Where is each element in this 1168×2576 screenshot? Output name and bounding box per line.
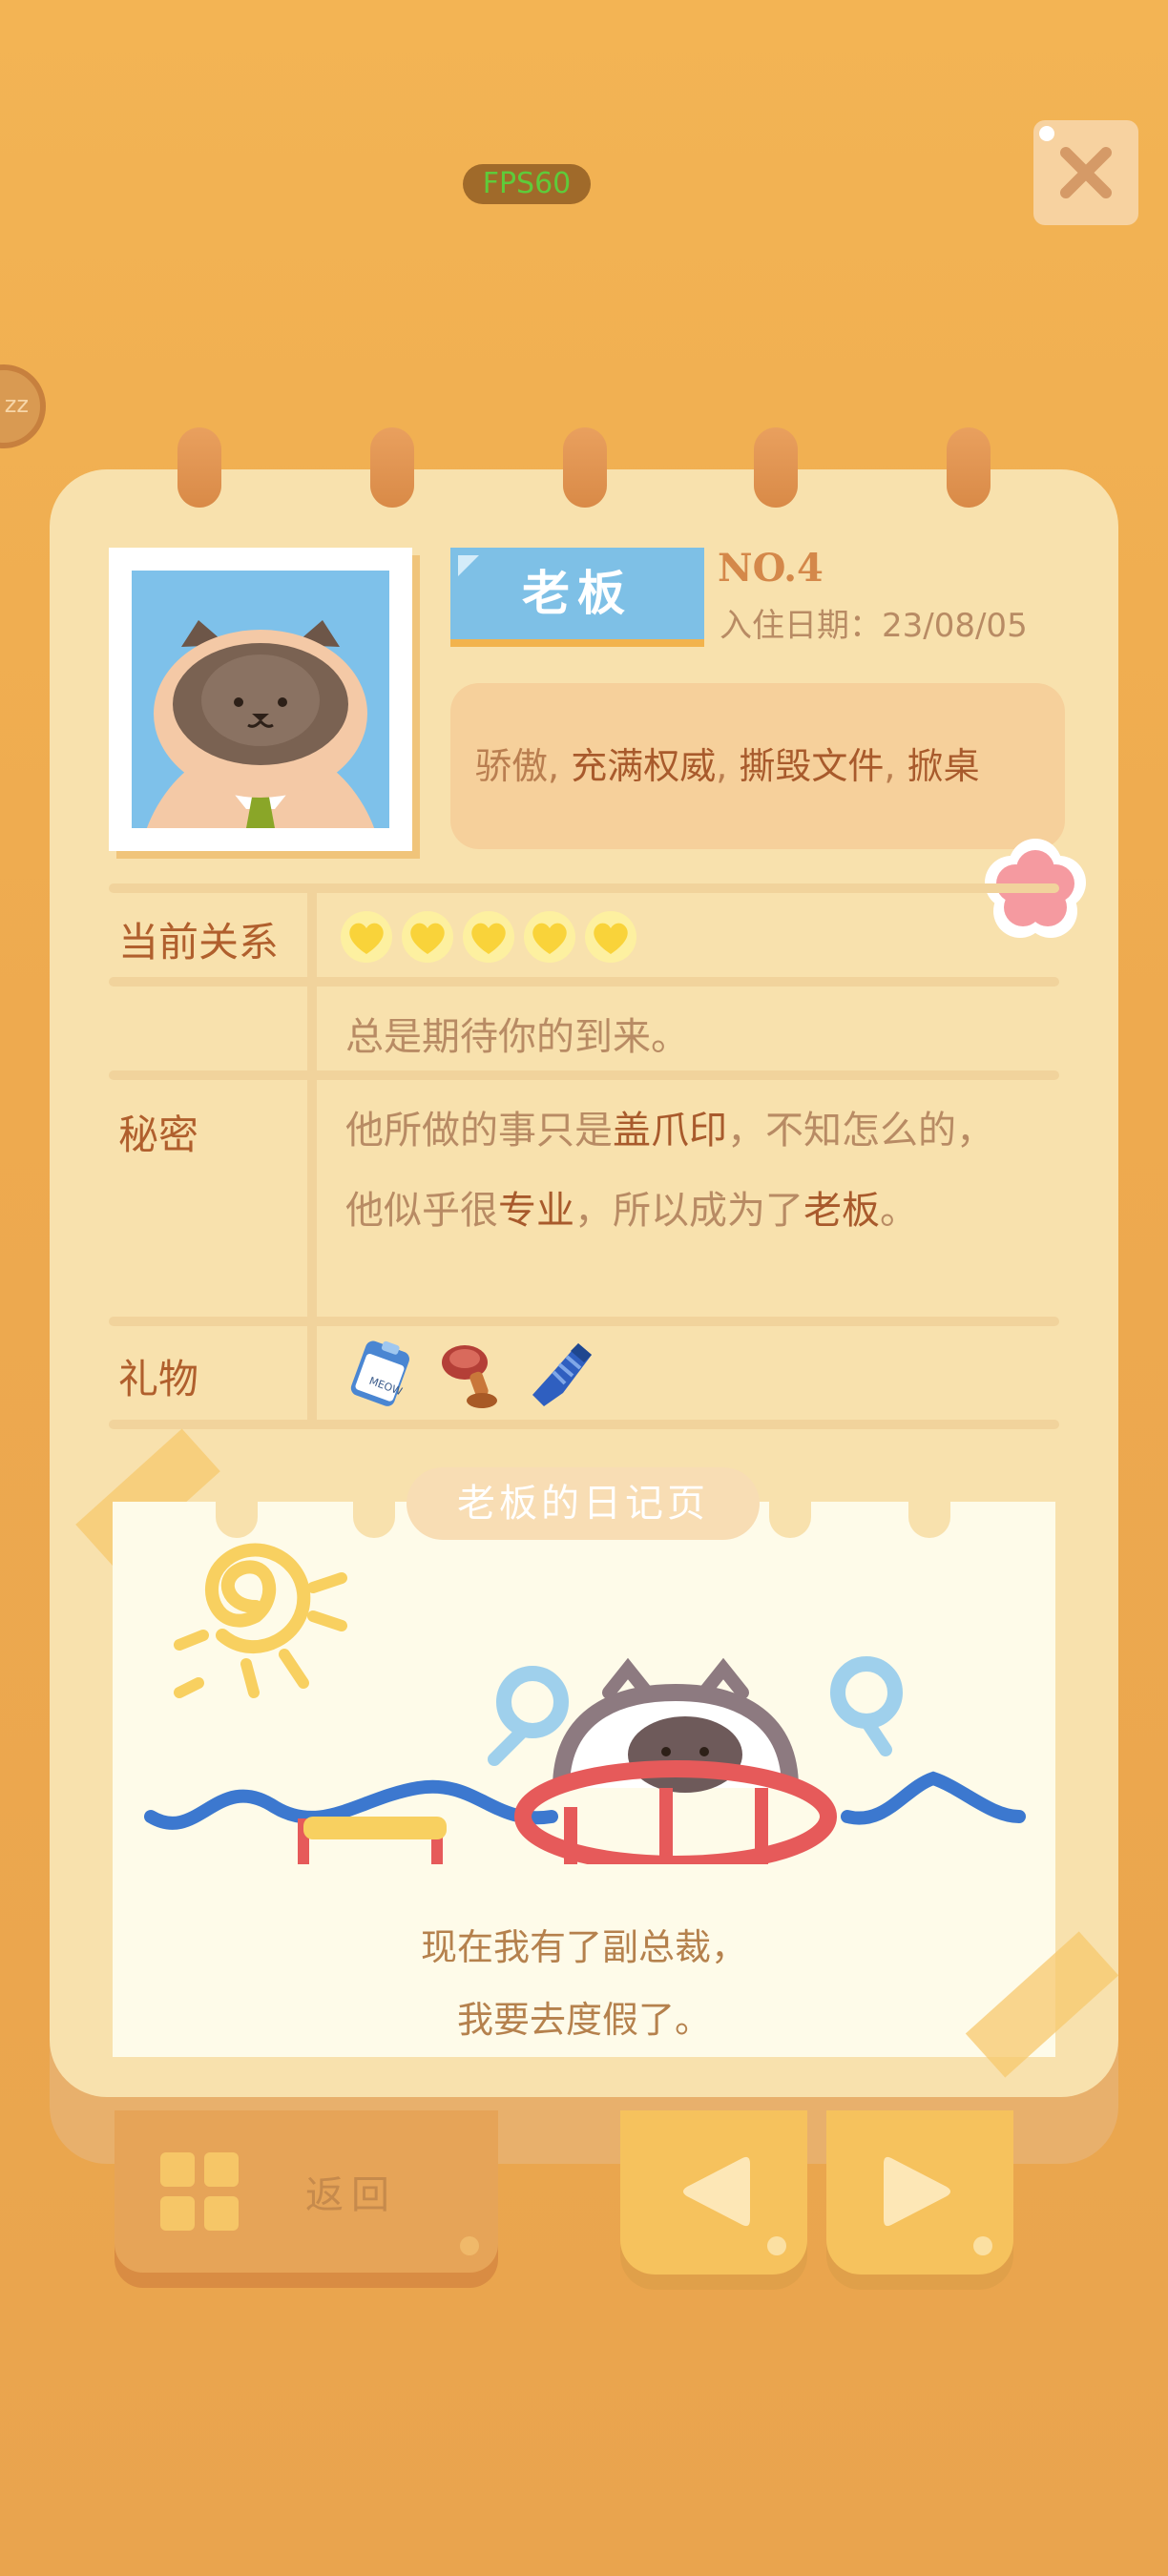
trait-segment: 充满权威 [571, 745, 717, 787]
close-button[interactable] [1033, 120, 1138, 225]
sleep-button[interactable]: zz [0, 364, 46, 448]
table-divider [109, 1070, 1059, 1080]
secret-segment: 盖爪印 [613, 1109, 727, 1153]
paw-stamp-icon[interactable] [434, 1338, 509, 1412]
trait-segment: , [884, 745, 907, 787]
trait-segment: 骄傲 [475, 745, 549, 787]
ring [947, 427, 991, 508]
character-number: NO.4 [718, 546, 824, 591]
heart-icon [585, 911, 636, 963]
table-divider [109, 977, 1059, 987]
next-page-button[interactable] [826, 2110, 1013, 2275]
prev-page-button[interactable] [620, 2110, 807, 2275]
ring [370, 427, 414, 508]
triangle-left-icon [683, 2156, 750, 2227]
heart-icon [463, 911, 514, 963]
button-dot [767, 2236, 786, 2255]
ring [177, 427, 221, 508]
trait-segment: 撕毁文件 [739, 745, 885, 787]
secret-segment: 老板 [803, 1189, 880, 1233]
cat-boss-portrait-icon [132, 571, 389, 828]
triangle-right-icon [884, 2156, 950, 2227]
table-column-divider [307, 893, 317, 1420]
diary-line-2: 我要去度假了。 [456, 1999, 711, 2041]
sleep-icon: zz [4, 391, 29, 418]
character-name: 老板 [522, 566, 633, 621]
heart-icon [524, 911, 575, 963]
close-x-icon [1060, 147, 1112, 198]
blue-tie-icon[interactable] [525, 1338, 599, 1412]
diary-doodle-icon [144, 1543, 1026, 1864]
fps-counter: FPS60 [463, 164, 591, 204]
close-button-dot [1039, 126, 1054, 141]
diary-title: 老板的日记页 [407, 1467, 760, 1540]
table-divider [109, 1317, 1059, 1326]
secret-segment: 。 [880, 1189, 918, 1233]
relationship-status-text: 总是期待你的到来。 [345, 1015, 689, 1059]
character-portrait [109, 548, 412, 851]
diary-line-1: 现在我有了副总裁， [420, 1926, 747, 1968]
button-dot [973, 2236, 992, 2255]
ring [563, 427, 607, 508]
move-in-date: 入住日期：23/08/05 [720, 607, 1028, 645]
ring [754, 427, 798, 508]
back-button[interactable]: 返回 [115, 2110, 498, 2273]
diary-page [113, 1502, 1055, 2057]
heart-icon [402, 911, 453, 963]
gifts-label: 礼物 [118, 1356, 199, 1402]
relationship-hearts [340, 910, 645, 964]
secret-segment: 他所做的事只是 [345, 1109, 613, 1153]
heart-icon [341, 911, 392, 963]
secret-segment: 专业 [498, 1189, 574, 1233]
relationship-label: 当前关系 [118, 919, 280, 966]
table-divider [109, 883, 1059, 893]
secret-segment: 他似乎很 [345, 1189, 498, 1233]
traits-text: 骄傲, 充满权威, 撕毁文件, 掀桌 [475, 737, 980, 789]
meow-badge-icon[interactable]: MEOW [344, 1338, 418, 1412]
table-divider [109, 1420, 1059, 1429]
gift-list: MEOW [344, 1338, 611, 1412]
secret-segment: ，不知怎么的， [727, 1109, 994, 1153]
secret-line-1: 他所做的事只是盖爪印，不知怎么的， [345, 1099, 994, 1154]
secret-label: 秘密 [118, 1111, 199, 1158]
secret-segment: ，所以成为了 [574, 1189, 803, 1233]
trait-segment: , [716, 745, 740, 787]
traits-box: 骄傲, 充满权威, 撕毁文件, 掀桌 [450, 683, 1065, 849]
secret-line-2: 他似乎很专业，所以成为了老板。 [345, 1179, 918, 1235]
trait-segment: 掀桌 [907, 745, 980, 787]
button-dot [460, 2236, 479, 2255]
name-tag: 老板 [450, 548, 704, 639]
back-button-label: 返回 [305, 2173, 397, 2217]
trait-segment: , [548, 745, 572, 787]
